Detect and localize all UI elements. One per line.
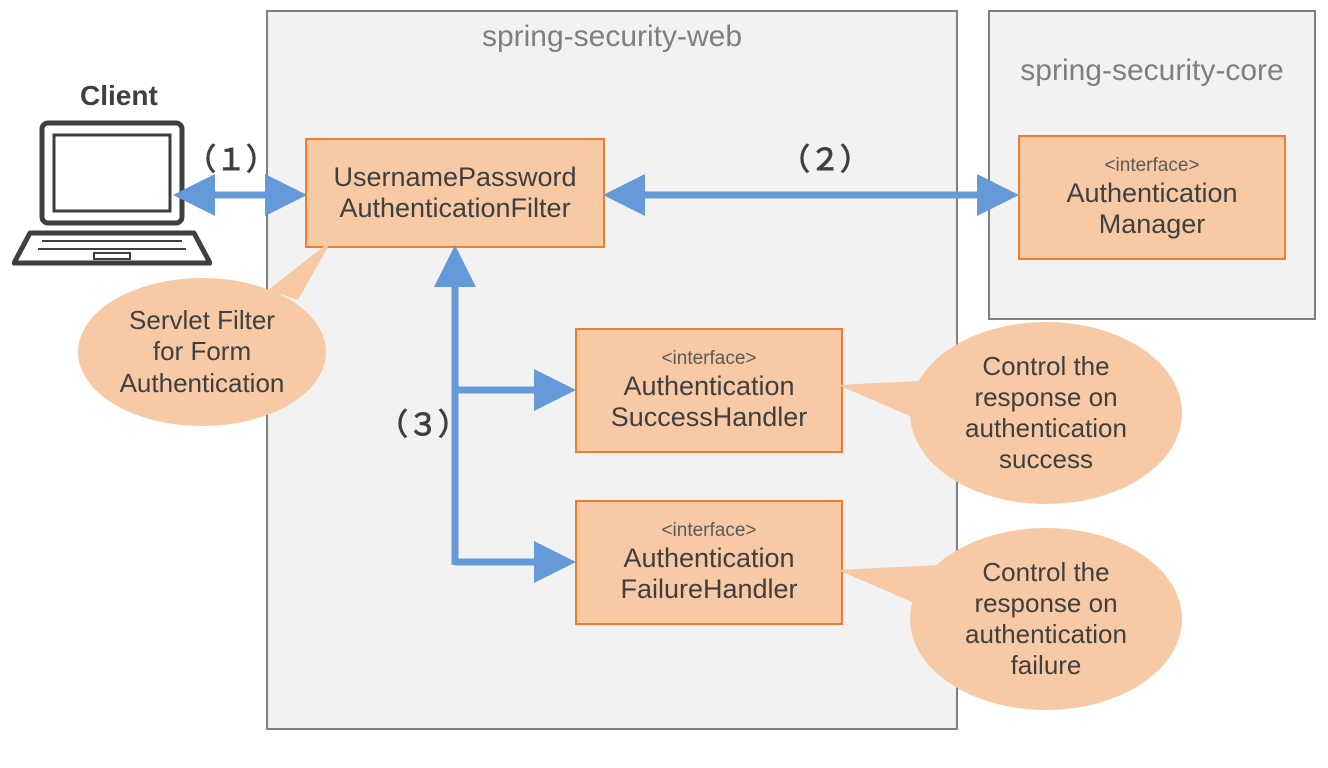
step-2-label: （２） <box>780 135 870 179</box>
client-label: Client <box>80 80 158 112</box>
node-line: AuthenticationFilter <box>339 193 570 224</box>
diagram-canvas: spring-security-web spring-security-core… <box>0 0 1328 768</box>
node-line: FailureHandler <box>620 574 797 605</box>
laptop-icon <box>12 115 212 280</box>
callout-failure: Control the response on authentication f… <box>910 528 1182 710</box>
node-username-password-filter: UsernamePassword AuthenticationFilter <box>305 138 605 248</box>
step-3-label: （３） <box>378 400 468 444</box>
callout-success: Control the response on authentication s… <box>910 322 1182 504</box>
module-title-web: spring-security-web <box>268 20 956 54</box>
node-line: Authentication <box>623 371 794 402</box>
node-authentication-success-handler: <interface> Authentication SuccessHandle… <box>575 328 843 453</box>
node-stereo: <interface> <box>1104 155 1199 177</box>
node-stereo: <interface> <box>661 348 756 370</box>
node-line: Manager <box>1099 209 1206 240</box>
node-line: UsernamePassword <box>333 162 576 193</box>
module-title-core: spring-security-core <box>990 20 1314 88</box>
callout-servlet-filter: Servlet Filter for Form Authentication <box>78 278 326 426</box>
node-authentication-manager: <interface> Authentication Manager <box>1018 135 1286 260</box>
node-authentication-failure-handler: <interface> Authentication FailureHandle… <box>575 500 843 625</box>
node-line: Authentication <box>623 543 794 574</box>
node-line: SuccessHandler <box>611 402 808 433</box>
step-1-label: （１） <box>186 135 276 179</box>
node-line: Authentication <box>1066 178 1237 209</box>
node-stereo: <interface> <box>661 520 756 542</box>
